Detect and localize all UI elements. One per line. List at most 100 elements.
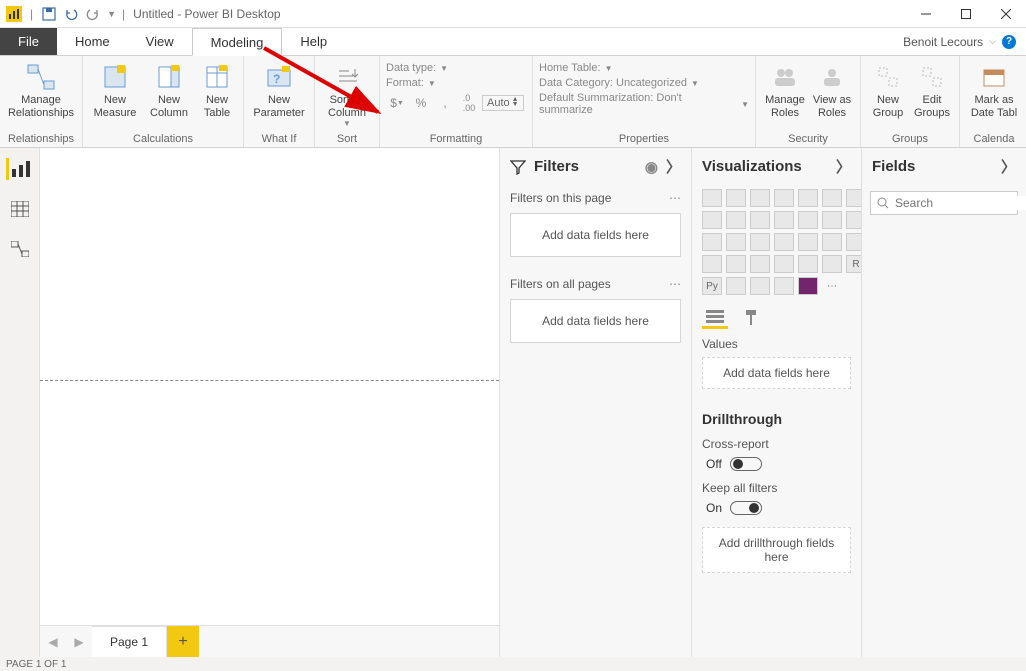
edit-groups-icon bbox=[917, 62, 947, 92]
fields-tab[interactable] bbox=[702, 307, 728, 329]
viz-gauge[interactable] bbox=[846, 233, 862, 251]
viz-stacked-area[interactable] bbox=[726, 211, 746, 229]
filters-page-dropzone[interactable]: Add data fields here bbox=[510, 213, 681, 257]
viz-multi-card[interactable] bbox=[726, 255, 746, 273]
home-table-label[interactable]: Home Table: bbox=[539, 62, 601, 74]
menu-view[interactable]: View bbox=[128, 28, 192, 55]
new-column-button[interactable]: New Column bbox=[143, 60, 195, 121]
new-measure-button[interactable]: New Measure bbox=[89, 60, 141, 121]
values-dropzone[interactable]: Add data fields here bbox=[702, 357, 851, 389]
filters-panel: Filters ◉ 〉 Filters on this page⋯ Add da… bbox=[500, 148, 692, 657]
format-label[interactable]: Format: bbox=[386, 77, 424, 89]
viz-decomposition[interactable] bbox=[750, 277, 770, 295]
new-table-button[interactable]: New Table bbox=[197, 60, 237, 121]
collapse-fields-icon[interactable]: 〉 bbox=[1001, 156, 1016, 177]
report-view-button[interactable] bbox=[6, 158, 34, 180]
format-tab[interactable] bbox=[738, 307, 764, 329]
report-canvas[interactable] bbox=[40, 148, 499, 625]
decimal-button[interactable]: .0.00 bbox=[458, 92, 480, 114]
viz-line-column[interactable] bbox=[750, 211, 770, 229]
viz-slicer[interactable] bbox=[774, 255, 794, 273]
viz-line[interactable] bbox=[846, 189, 862, 207]
keep-filters-toggle[interactable] bbox=[730, 501, 762, 515]
drillthrough-dropzone[interactable]: Add drillthrough fields here bbox=[702, 527, 851, 573]
menu-modeling[interactable]: Modeling bbox=[192, 28, 283, 56]
viz-donut[interactable] bbox=[726, 233, 746, 251]
collapse-viz-icon[interactable]: 〉 bbox=[836, 156, 851, 177]
save-icon[interactable] bbox=[39, 4, 59, 24]
edit-groups-button[interactable]: Edit Groups bbox=[911, 60, 953, 121]
menu-help[interactable]: Help bbox=[282, 28, 345, 55]
viz-stacked-bar[interactable] bbox=[702, 189, 722, 207]
viz-area[interactable] bbox=[702, 211, 722, 229]
add-page-button[interactable]: + bbox=[167, 626, 199, 658]
percent-button[interactable]: % bbox=[410, 92, 432, 114]
viz-pie[interactable] bbox=[702, 233, 722, 251]
view-as-roles-button[interactable]: View as Roles bbox=[810, 60, 854, 121]
viz-clustered-column[interactable] bbox=[774, 189, 794, 207]
viz-100-column[interactable] bbox=[822, 189, 842, 207]
qat-dropdown[interactable]: ▼ bbox=[107, 9, 116, 19]
data-category-label[interactable]: Data Category: Uncategorized bbox=[539, 77, 687, 89]
undo-icon[interactable] bbox=[61, 4, 81, 24]
mark-date-table-button[interactable]: Mark as Date Tabl bbox=[966, 60, 1022, 121]
data-type-label[interactable]: Data type: bbox=[386, 62, 436, 74]
ribbon: Manage Relationships Relationships New M… bbox=[0, 56, 1026, 148]
group-calendar: Calenda bbox=[966, 131, 1022, 147]
user-dropdown-icon[interactable]: ⌵ bbox=[989, 36, 996, 47]
viz-ribbon[interactable] bbox=[798, 211, 818, 229]
viz-qa[interactable] bbox=[774, 277, 794, 295]
minimize-button[interactable] bbox=[906, 0, 946, 28]
data-view-button[interactable] bbox=[6, 198, 34, 220]
manage-roles-button[interactable]: Manage Roles bbox=[762, 60, 808, 121]
viz-python[interactable]: Py bbox=[702, 277, 722, 295]
viz-key-influencers[interactable] bbox=[726, 277, 746, 295]
collapse-filters-icon[interactable]: 〉 bbox=[666, 156, 681, 177]
viz-waterfall[interactable] bbox=[822, 211, 842, 229]
menu-home[interactable]: Home bbox=[57, 28, 128, 55]
viz-line-clustered[interactable] bbox=[774, 211, 794, 229]
manage-relationships-button[interactable]: Manage Relationships bbox=[6, 60, 76, 121]
viz-scatter[interactable] bbox=[846, 211, 862, 229]
eye-icon[interactable]: ◉ bbox=[645, 158, 658, 176]
viz-filled-map[interactable] bbox=[798, 233, 818, 251]
currency-button[interactable]: $ ▼ bbox=[386, 92, 408, 114]
viz-more[interactable]: ⋯ bbox=[822, 277, 842, 295]
more-icon[interactable]: ⋯ bbox=[669, 191, 681, 205]
viz-table[interactable] bbox=[798, 255, 818, 273]
viz-100-bar[interactable] bbox=[798, 189, 818, 207]
next-page-button[interactable]: ▶ bbox=[68, 631, 90, 653]
menu-file[interactable]: File bbox=[0, 28, 57, 55]
sort-by-column-button[interactable]: Sort by Column▼ bbox=[321, 60, 373, 130]
redo-icon[interactable] bbox=[83, 4, 103, 24]
viz-funnel[interactable] bbox=[822, 233, 842, 251]
maximize-button[interactable] bbox=[946, 0, 986, 28]
viz-powerapps[interactable] bbox=[798, 277, 818, 295]
summarization-label[interactable]: Default Summarization: Don't summarize bbox=[539, 92, 737, 116]
model-view-button[interactable] bbox=[6, 238, 34, 260]
more-icon[interactable]: ⋯ bbox=[669, 277, 681, 291]
viz-treemap[interactable] bbox=[750, 233, 770, 251]
new-parameter-button[interactable]: ?New Parameter bbox=[250, 60, 308, 121]
visualizations-panel: Visualizations 〉 bbox=[692, 148, 862, 657]
viz-card[interactable] bbox=[702, 255, 722, 273]
viz-kpi[interactable] bbox=[750, 255, 770, 273]
help-icon[interactable]: ? bbox=[1002, 35, 1016, 49]
comma-button[interactable]: , bbox=[434, 92, 456, 114]
cross-report-toggle[interactable] bbox=[730, 457, 762, 471]
viz-r[interactable]: R bbox=[846, 255, 862, 273]
username[interactable]: Benoit Lecours bbox=[903, 35, 983, 49]
viz-stacked-column[interactable] bbox=[726, 189, 746, 207]
viz-clustered-bar[interactable] bbox=[750, 189, 770, 207]
page-tab-1[interactable]: Page 1 bbox=[92, 626, 167, 658]
close-button[interactable] bbox=[986, 0, 1026, 28]
search-input[interactable] bbox=[895, 196, 1026, 210]
new-group-button[interactable]: New Group bbox=[867, 60, 909, 121]
prev-page-button[interactable]: ◀ bbox=[42, 631, 64, 653]
viz-matrix[interactable] bbox=[822, 255, 842, 273]
fields-search[interactable] bbox=[870, 191, 1018, 215]
filters-all-dropzone[interactable]: Add data fields here bbox=[510, 299, 681, 343]
auto-decimals[interactable]: Auto▲▼ bbox=[482, 95, 524, 111]
measure-icon bbox=[100, 62, 130, 92]
viz-map[interactable] bbox=[774, 233, 794, 251]
